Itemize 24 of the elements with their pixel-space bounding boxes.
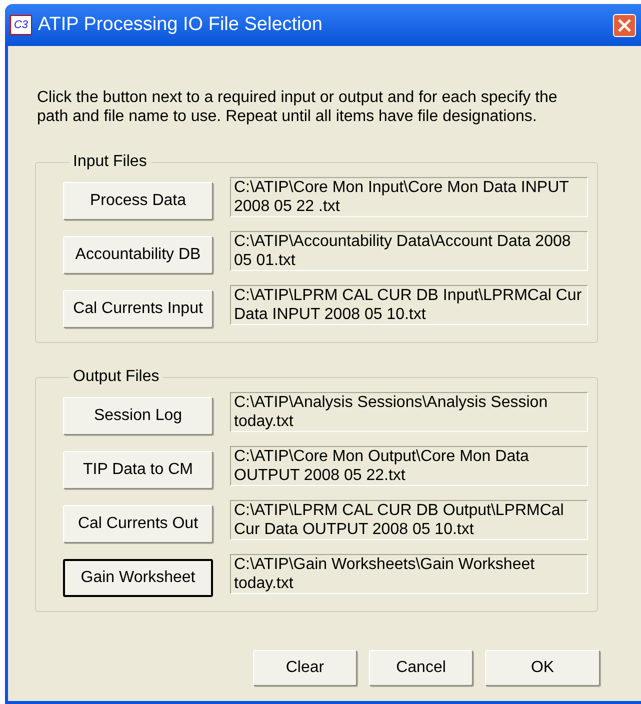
file-select-button[interactable]: Process Data bbox=[63, 182, 213, 220]
close-button[interactable] bbox=[613, 14, 636, 36]
file-path-field: C:\ATIP\Analysis Sessions\Analysis Session today.txt bbox=[230, 392, 588, 432]
file-path-field: C:\ATIP\LPRM CAL CUR DB Input\LPRMCal Cur Data INPUT 2008 05 10.txt bbox=[230, 285, 588, 325]
file-select-button[interactable]: Cal Currents Input bbox=[63, 290, 213, 328]
window-title: ATIP Processing IO File Selection bbox=[38, 12, 322, 37]
file-select-button[interactable]: TIP Data to CM bbox=[63, 451, 213, 489]
file-path-field: C:\ATIP\LPRM CAL CUR DB Output\LPRMCal Cur Data OUTPUT 2008 05 10.txt bbox=[230, 500, 588, 540]
dialog-button[interactable]: OK bbox=[485, 650, 600, 686]
group-title: Input Files bbox=[72, 152, 148, 172]
file-path-field: C:\ATIP\Gain Worksheets\Gain Worksheet today.txt bbox=[230, 554, 588, 594]
file-select-button[interactable]: Accountability DB bbox=[63, 236, 213, 274]
instructions-text: Click the button next to a required input or output and for each specify the path and file name to use. Repeat until all items have file designations. bbox=[37, 88, 558, 126]
file-path-field: C:\ATIP\Core Mon Output\Core Mon Data OUTPUT 2008 05 22.txt bbox=[230, 446, 588, 486]
file-path-field: C:\ATIP\Core Mon Input\Core Mon Data INPUT 2008 05 22 .txt bbox=[230, 177, 588, 217]
app-icon: C3 bbox=[10, 15, 32, 35]
file-select-button[interactable]: Session Log bbox=[63, 397, 213, 435]
file-path-field: C:\ATIP\Accountability Data\Account Data 2008 05 01.txt bbox=[230, 231, 588, 271]
dialog-button[interactable]: Clear bbox=[253, 650, 357, 686]
file-select-button[interactable]: Cal Currents Out bbox=[63, 505, 213, 543]
dialog-button[interactable]: Cancel bbox=[369, 650, 473, 686]
group-title: Output Files bbox=[72, 367, 160, 387]
close-icon bbox=[618, 18, 631, 32]
file-select-button[interactable]: Gain Worksheet bbox=[63, 559, 213, 597]
